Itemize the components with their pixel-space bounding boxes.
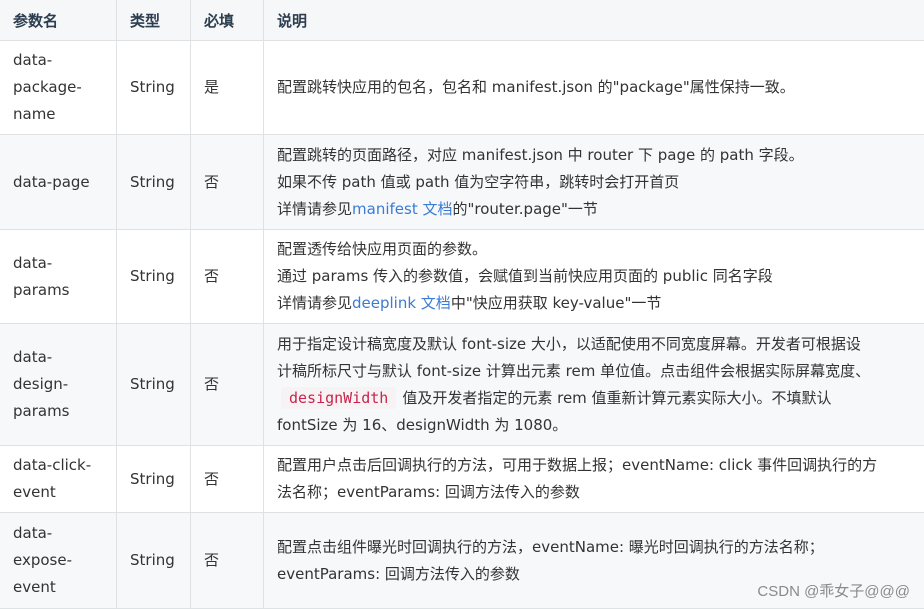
- params-table: 参数名 类型 必填 说明 data- package- name String …: [0, 0, 924, 609]
- desc-line: 通过 params 传入的参数值，会赋值到当前快应用页面的 public 同名字…: [277, 263, 924, 290]
- desc-line: 法名称；eventParams: 回调方法传入的参数: [277, 479, 924, 506]
- desc-line: 配置用户点击后回调执行的方法，可用于数据上报；eventName: click …: [277, 452, 924, 479]
- header-desc: 说明: [264, 0, 924, 41]
- param-name-line: params: [13, 398, 116, 425]
- param-name-line: event: [13, 479, 116, 506]
- param-name-line: data-click-: [13, 452, 116, 479]
- desc-line: 配置透传给快应用页面的参数。: [277, 236, 924, 263]
- param-required: 否: [191, 135, 264, 230]
- param-type: String: [117, 135, 191, 230]
- param-name-line: data-: [13, 47, 116, 74]
- param-name-line: data-: [13, 250, 116, 277]
- desc-line: 配置点击组件曝光时回调执行的方法，eventName: 曝光时回调执行的方法名称…: [277, 534, 924, 561]
- table-row: data-click- event String 否 配置用户点击后回调执行的方…: [0, 446, 924, 513]
- desc-line: 如果不传 path 值或 path 值为空字符串，跳转时会打开首页: [277, 169, 924, 196]
- param-name: data- params: [0, 230, 117, 324]
- param-name-line: event: [13, 574, 116, 601]
- param-name-line: data-: [13, 344, 116, 371]
- param-desc: 用于指定设计稿宽度及默认 font-size 大小，以适配使用不同宽度屏幕。开发…: [264, 324, 924, 446]
- param-name-line: params: [13, 277, 116, 304]
- desc-text: 详情请参见: [277, 200, 352, 218]
- desc-line: 详情请参见manifest 文档的"router.page"一节: [277, 196, 924, 223]
- header-type: 类型: [117, 0, 191, 41]
- desc-line: designWidth 值及开发者指定的元素 rem 值重新计算元素实际大小。不填…: [277, 385, 924, 412]
- param-name-line: expose-: [13, 547, 116, 574]
- param-required: 否: [191, 324, 264, 446]
- header-name: 参数名: [0, 0, 117, 41]
- param-desc: 配置跳转快应用的包名，包名和 manifest.json 的"package"属…: [264, 41, 924, 135]
- desc-text: 的"router.page"一节: [452, 200, 597, 218]
- param-name: data-click- event: [0, 446, 117, 513]
- param-name: data- design- params: [0, 324, 117, 446]
- param-required: 是: [191, 41, 264, 135]
- param-name-line: data-: [13, 520, 116, 547]
- param-required: 否: [191, 513, 264, 609]
- desc-line: 详情请参见deeplink 文档中"快应用获取 key-value"一节: [277, 290, 924, 317]
- table-row: data-page String 否 配置跳转的页面路径，对应 manifest…: [0, 135, 924, 230]
- param-name: data- package- name: [0, 41, 117, 135]
- param-desc: 配置透传给快应用页面的参数。 通过 params 传入的参数值，会赋值到当前快应…: [264, 230, 924, 324]
- param-name-line: package-: [13, 74, 116, 101]
- param-name: data- expose- event: [0, 513, 117, 609]
- param-name-line: design-: [13, 371, 116, 398]
- header-required: 必填: [191, 0, 264, 41]
- desc-text: 值及开发者指定的元素 rem 值重新计算元素实际大小。不填默认: [402, 389, 831, 407]
- desc-line: 配置跳转快应用的包名，包名和 manifest.json 的"package"属…: [277, 74, 924, 101]
- param-desc: 配置跳转的页面路径，对应 manifest.json 中 router 下 pa…: [264, 135, 924, 230]
- inline-code: designWidth: [281, 387, 396, 409]
- desc-line: 配置跳转的页面路径，对应 manifest.json 中 router 下 pa…: [277, 142, 924, 169]
- param-type: String: [117, 324, 191, 446]
- desc-line: 计稿所标尺寸与默认 font-size 计算出元素 rem 单位值。点击组件会根…: [277, 358, 924, 385]
- param-desc: 配置用户点击后回调执行的方法，可用于数据上报；eventName: click …: [264, 446, 924, 513]
- param-required: 否: [191, 446, 264, 513]
- param-type: String: [117, 513, 191, 609]
- table-row: data- design- params String 否 用于指定设计稿宽度及…: [0, 324, 924, 446]
- param-required: 否: [191, 230, 264, 324]
- desc-text: 详情请参见: [277, 294, 352, 312]
- param-type: String: [117, 446, 191, 513]
- param-name: data-page: [0, 135, 117, 230]
- csdn-watermark: CSDN @乖女子@@@: [757, 580, 910, 601]
- param-type: String: [117, 230, 191, 324]
- deeplink-doc-link[interactable]: deeplink 文档: [352, 294, 451, 312]
- manifest-doc-link[interactable]: manifest 文档: [352, 200, 452, 218]
- table-row: data- package- name String 是 配置跳转快应用的包名，…: [0, 41, 924, 135]
- desc-line: fontSize 为 16、designWidth 为 1080。: [277, 412, 924, 439]
- table-row: data- params String 否 配置透传给快应用页面的参数。 通过 …: [0, 230, 924, 324]
- desc-line: 用于指定设计稿宽度及默认 font-size 大小，以适配使用不同宽度屏幕。开发…: [277, 331, 924, 358]
- param-type: String: [117, 41, 191, 135]
- param-name-line: name: [13, 101, 116, 128]
- desc-text: 中"快应用获取 key-value"一节: [451, 294, 662, 312]
- table-header-row: 参数名 类型 必填 说明: [0, 0, 924, 41]
